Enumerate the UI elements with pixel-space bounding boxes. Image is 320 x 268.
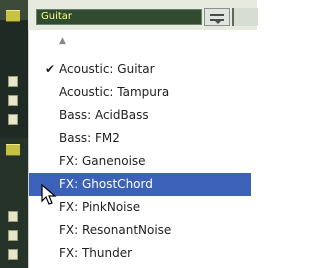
check-icon: ✔ xyxy=(45,62,56,76)
menu-item-fx-ghostchord[interactable]: FX: GhostChord xyxy=(29,173,251,196)
menu-item-fx-resonantnoise[interactable]: FX: ResonantNoise xyxy=(29,219,251,242)
menu-item-label: FX: GhostChord xyxy=(59,177,153,191)
menu-item-label: FX: PinkNoise xyxy=(59,200,141,214)
strip-button-4[interactable] xyxy=(8,211,18,222)
menu-item-bass-acidbass[interactable]: Bass: AcidBass xyxy=(29,104,251,127)
instrument-dropdown[interactable]: Guitar xyxy=(36,9,202,25)
strip-button-5[interactable] xyxy=(8,230,18,241)
menu-item-label: Acoustic: Tampura xyxy=(59,85,170,99)
menu-item-fx-thunder[interactable]: FX: Thunder xyxy=(29,242,251,265)
chevron-down-icon xyxy=(214,20,222,24)
strip-button-3[interactable] xyxy=(8,114,18,125)
menu-item-label: Bass: AcidBass xyxy=(59,108,149,122)
menu-item-fx-ganenoise[interactable]: FX: Ganenoise xyxy=(29,150,251,173)
topbar-side-panel xyxy=(232,8,258,26)
menu-item-label: FX: Thunder xyxy=(59,246,133,260)
menu-item-acoustic-guitar[interactable]: ✔ Acoustic: Guitar xyxy=(29,58,251,81)
scroll-up-icon[interactable]: ▲ xyxy=(59,36,66,46)
mouse-pointer-icon xyxy=(41,184,57,205)
menu-item-fx-pinknoise[interactable]: FX: PinkNoise xyxy=(29,196,251,219)
track-control-strip xyxy=(0,0,28,268)
menu-item-label: FX: Ganenoise xyxy=(59,154,146,168)
strip-indicator-light xyxy=(6,10,20,22)
menu-item-label: FX: ResonantNoise xyxy=(59,223,172,237)
strip-button-2[interactable] xyxy=(8,95,18,106)
menu-item-acoustic-tampura[interactable]: Acoustic: Tampura xyxy=(29,81,251,104)
strip-button-1[interactable] xyxy=(8,76,18,87)
instrument-menu: ▲ ✔ Acoustic: Guitar Acoustic: Tampura B… xyxy=(28,30,258,268)
menu-item-label: Bass: FM2 xyxy=(59,131,120,145)
menu-item-bass-fm2[interactable]: Bass: FM2 xyxy=(29,127,251,150)
menu-lines-icon xyxy=(210,14,224,16)
menu-item-label: Acoustic: Guitar xyxy=(59,62,155,76)
strip-button-6[interactable] xyxy=(8,249,18,260)
strip-indicator-light-lower xyxy=(6,144,20,156)
instrument-dropdown-value: Guitar xyxy=(41,11,73,22)
instrument-selector-bar: Guitar xyxy=(28,0,258,30)
dropdown-toggle-button[interactable] xyxy=(204,8,230,26)
